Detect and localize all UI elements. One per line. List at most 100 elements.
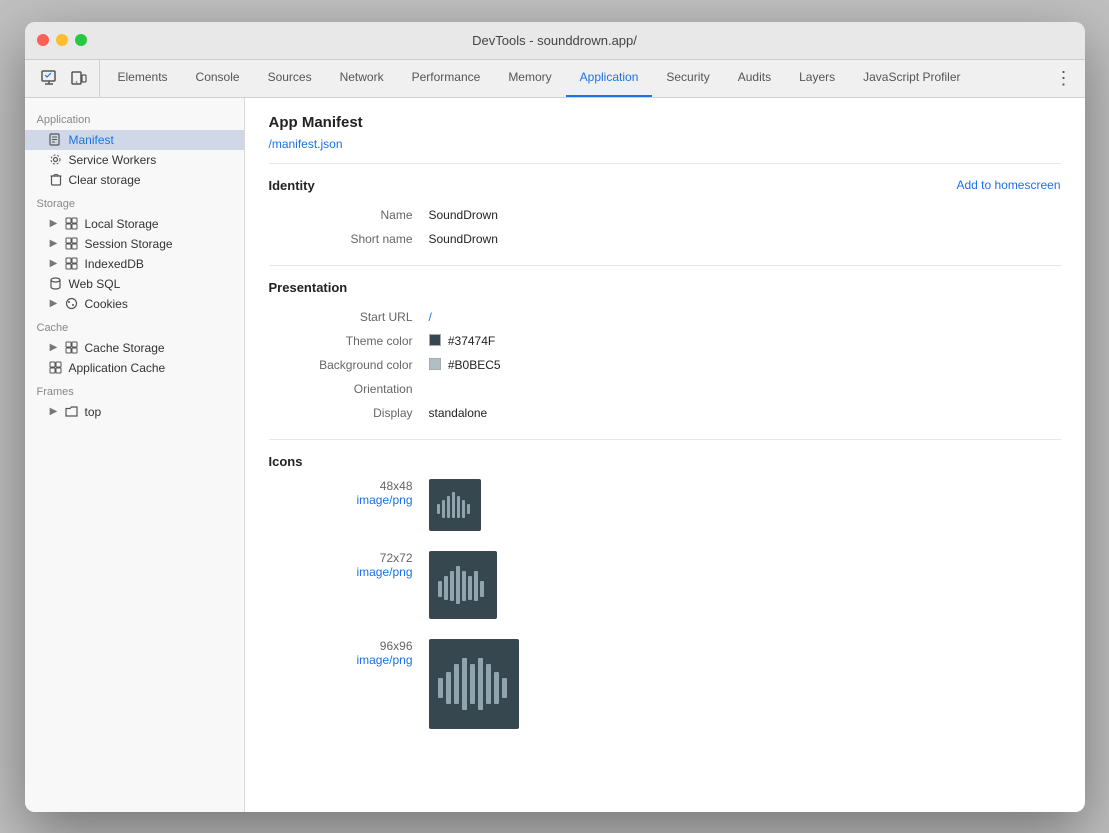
icon-size-72: 72x72 bbox=[269, 551, 413, 565]
sidebar-item-top-label: top bbox=[85, 405, 102, 419]
sidebar-item-local-storage-label: Local Storage bbox=[85, 217, 159, 231]
tabs: Elements Console Sources Network Perform… bbox=[104, 60, 1047, 97]
add-homescreen-link[interactable]: Add to homescreen bbox=[956, 178, 1060, 192]
tab-application[interactable]: Application bbox=[566, 60, 653, 97]
icon-item-48: 48x48 image/png bbox=[269, 479, 1061, 531]
cache-storage-icon bbox=[65, 341, 79, 355]
sidebar-item-top[interactable]: ▶ top bbox=[25, 402, 244, 422]
icon-meta-48: 48x48 image/png bbox=[269, 479, 429, 507]
field-start-url: Start URL / bbox=[269, 305, 1061, 329]
presentation-title: Presentation bbox=[269, 280, 1061, 295]
content-panel: App Manifest /manifest.json Identity Add… bbox=[245, 98, 1085, 812]
icon-preview-72 bbox=[429, 551, 497, 619]
field-orientation: Orientation bbox=[269, 377, 1061, 401]
tab-security[interactable]: Security bbox=[652, 60, 723, 97]
sidebar-item-manifest[interactable]: Manifest bbox=[25, 130, 244, 150]
devtools-window: DevTools - sounddrown.app/ E bbox=[25, 22, 1085, 812]
sidebar-item-sw-label: Service Workers bbox=[69, 153, 157, 167]
device-icon[interactable] bbox=[67, 66, 91, 90]
icon-type-48: image/png bbox=[269, 493, 413, 507]
field-value-start-url[interactable]: / bbox=[429, 310, 432, 324]
trash-icon bbox=[49, 173, 63, 187]
sidebar-item-service-workers[interactable]: Service Workers bbox=[25, 150, 244, 170]
sidebar-item-clear-label: Clear storage bbox=[69, 173, 141, 187]
title-bar: DevTools - sounddrown.app/ bbox=[25, 22, 1085, 60]
field-value-theme-color: #37474F bbox=[429, 334, 496, 348]
identity-title: Identity Add to homescreen bbox=[269, 178, 1061, 193]
sidebar-item-indexeddb[interactable]: ▶ IndexedDB bbox=[25, 254, 244, 274]
theme-color-swatch bbox=[429, 334, 441, 346]
field-value-name: SoundDrown bbox=[429, 208, 498, 222]
presentation-section: Presentation Start URL / Theme color #37… bbox=[269, 265, 1061, 439]
toggle-cookies[interactable]: ▶ bbox=[49, 298, 59, 309]
sidebar-section-frames: Frames bbox=[25, 378, 244, 402]
web-sql-icon bbox=[49, 277, 63, 291]
field-label-name: Name bbox=[269, 208, 429, 222]
sidebar-item-cache-storage[interactable]: ▶ Cache Storage bbox=[25, 338, 244, 358]
toolbar-icons bbox=[29, 60, 100, 97]
icon-item-72: 72x72 image/png bbox=[269, 551, 1061, 619]
toolbar: Elements Console Sources Network Perform… bbox=[25, 60, 1085, 98]
main-content: Application Manifest bbox=[25, 98, 1085, 812]
field-value-bg-color: #B0BEC5 bbox=[429, 358, 501, 372]
maximize-button[interactable] bbox=[75, 34, 87, 46]
toggle-session-storage[interactable]: ▶ bbox=[49, 238, 59, 249]
field-label-start-url: Start URL bbox=[269, 310, 429, 324]
sidebar-item-cookies[interactable]: ▶ Cookies bbox=[25, 294, 244, 314]
tab-elements[interactable]: Elements bbox=[104, 60, 182, 97]
sidebar-item-local-storage[interactable]: ▶ Local Storage bbox=[25, 214, 244, 234]
toggle-local-storage[interactable]: ▶ bbox=[49, 218, 59, 229]
manifest-link[interactable]: /manifest.json bbox=[269, 137, 343, 151]
toggle-indexeddb[interactable]: ▶ bbox=[49, 258, 59, 269]
tab-sources[interactable]: Sources bbox=[254, 60, 326, 97]
icon-meta-72: 72x72 image/png bbox=[269, 551, 429, 579]
indexeddb-icon bbox=[65, 257, 79, 271]
more-options-icon[interactable]: ⋮ bbox=[1047, 60, 1081, 97]
sidebar-item-indexeddb-label: IndexedDB bbox=[85, 257, 144, 271]
icons-title: Icons bbox=[269, 454, 1061, 469]
field-label-orientation: Orientation bbox=[269, 382, 429, 396]
identity-section: Identity Add to homescreen Name SoundDro… bbox=[269, 163, 1061, 265]
field-value-short-name: SoundDrown bbox=[429, 232, 498, 246]
inspect-icon[interactable] bbox=[37, 66, 61, 90]
cookies-icon bbox=[65, 297, 79, 311]
tab-performance[interactable]: Performance bbox=[398, 60, 495, 97]
tab-network[interactable]: Network bbox=[326, 60, 398, 97]
sidebar-item-manifest-label: Manifest bbox=[69, 133, 114, 147]
field-label-display: Display bbox=[269, 406, 429, 420]
close-button[interactable] bbox=[37, 34, 49, 46]
field-name: Name SoundDrown bbox=[269, 203, 1061, 227]
field-label-theme-color: Theme color bbox=[269, 334, 429, 348]
tab-console[interactable]: Console bbox=[182, 60, 254, 97]
icon-preview-96 bbox=[429, 639, 519, 729]
local-storage-icon bbox=[65, 217, 79, 231]
icon-item-96: 96x96 image/png bbox=[269, 639, 1061, 729]
sidebar-section-application: Application bbox=[25, 106, 244, 130]
field-theme-color: Theme color #37474F bbox=[269, 329, 1061, 353]
session-storage-icon bbox=[65, 237, 79, 251]
minimize-button[interactable] bbox=[56, 34, 68, 46]
icon-type-96: image/png bbox=[269, 653, 413, 667]
app-cache-icon bbox=[49, 361, 63, 375]
field-label-bg-color: Background color bbox=[269, 358, 429, 372]
sidebar-item-web-sql[interactable]: Web SQL bbox=[25, 274, 244, 294]
icon-size-96: 96x96 bbox=[269, 639, 413, 653]
toggle-top[interactable]: ▶ bbox=[49, 406, 59, 417]
manifest-icon bbox=[49, 133, 63, 147]
sidebar-item-cache-storage-label: Cache Storage bbox=[85, 341, 165, 355]
tab-layers[interactable]: Layers bbox=[785, 60, 849, 97]
sidebar-item-clear-storage[interactable]: Clear storage bbox=[25, 170, 244, 190]
field-label-short-name: Short name bbox=[269, 232, 429, 246]
field-short-name: Short name SoundDrown bbox=[269, 227, 1061, 251]
sidebar-item-app-cache-label: Application Cache bbox=[69, 361, 166, 375]
toggle-cache-storage[interactable]: ▶ bbox=[49, 342, 59, 353]
tab-memory[interactable]: Memory bbox=[494, 60, 565, 97]
sidebar-item-session-storage[interactable]: ▶ Session Storage bbox=[25, 234, 244, 254]
sidebar-item-app-cache[interactable]: Application Cache bbox=[25, 358, 244, 378]
field-display: Display standalone bbox=[269, 401, 1061, 425]
icon-preview-48 bbox=[429, 479, 481, 531]
tab-audits[interactable]: Audits bbox=[724, 60, 785, 97]
tab-js-profiler[interactable]: JavaScript Profiler bbox=[849, 60, 974, 97]
gear-icon bbox=[49, 153, 63, 167]
sidebar-item-web-sql-label: Web SQL bbox=[69, 277, 121, 291]
